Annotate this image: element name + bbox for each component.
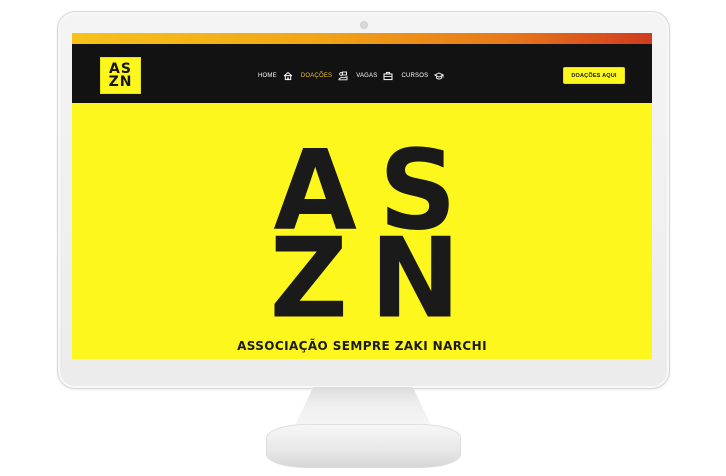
nav-item-doacoes[interactable]: DOAÇÕES — [297, 71, 352, 81]
gradient-top-bar — [72, 33, 652, 44]
site-logo[interactable]: AS ZN — [100, 57, 141, 94]
monitor-stand-neck — [294, 387, 432, 427]
nav-item-cursos[interactable]: CURSOS — [397, 71, 448, 81]
hero-line-2: ZN — [269, 215, 483, 344]
main-menu: HOME DOAÇÕES VAGAS CURSOS — [254, 69, 448, 83]
nav-label-doacoes: DOAÇÕES — [300, 73, 333, 79]
donate-here-button[interactable]: DOAÇÕES AQUI — [563, 67, 625, 84]
hero-subtitle: ASSOCIAÇÃO SEMPRE ZAKI NARCHI — [237, 339, 487, 353]
briefcase-icon — [383, 71, 393, 81]
hero-logo: AS ZN — [255, 136, 475, 358]
monitor-frame: AS ZN HOME DOAÇÕES VAGAS CURSOS DOAÇÕES … — [57, 11, 670, 389]
nav-label-vagas: VAGAS — [356, 73, 378, 79]
webcam — [360, 21, 368, 29]
home-icon — [283, 71, 293, 81]
nav-item-vagas[interactable]: VAGAS — [352, 71, 397, 81]
graduation-cap-icon — [434, 72, 445, 80]
monitor-stand-base — [266, 424, 461, 468]
navbar: AS ZN HOME DOAÇÕES VAGAS CURSOS DOAÇÕES … — [72, 44, 652, 103]
nav-item-home[interactable]: HOME — [254, 71, 297, 81]
website-screen: AS ZN HOME DOAÇÕES VAGAS CURSOS DOAÇÕES … — [72, 33, 652, 359]
nav-label-cursos: CURSOS — [401, 73, 429, 79]
nav-label-home: HOME — [258, 73, 277, 79]
logo-line-2: ZN — [108, 73, 133, 90]
donation-icon — [338, 71, 348, 81]
